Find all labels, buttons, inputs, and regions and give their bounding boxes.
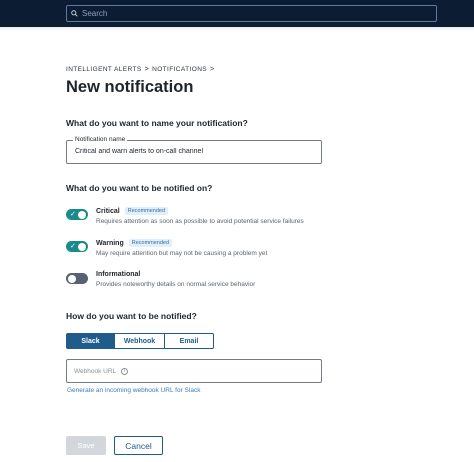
- breadcrumb-separator: >: [144, 66, 150, 73]
- tab-webhook[interactable]: Webhook: [115, 333, 165, 349]
- toggle-knob: [78, 210, 86, 219]
- generate-webhook-link[interactable]: Generate an incoming webhook URL for Sla…: [67, 387, 200, 394]
- toggle-knob: [68, 274, 76, 283]
- toggle-critical[interactable]: ✓: [66, 209, 88, 220]
- recommended-badge: Recommended: [128, 239, 173, 247]
- breadcrumb-item-intelligent-alerts[interactable]: INTELLIGENT ALERTS: [66, 66, 142, 73]
- option-informational: Informational Provides noteworthy detail…: [66, 271, 255, 288]
- webhook-url-field[interactable]: i: [66, 359, 322, 383]
- option-warning-description: May require attention but may not be cau…: [96, 250, 268, 257]
- option-critical-description: Requires attention as soon as possible t…: [96, 218, 304, 225]
- breadcrumb-separator: >: [210, 66, 215, 73]
- toggle-warning[interactable]: ✓: [66, 241, 88, 252]
- recommended-badge: Recommended: [124, 207, 169, 215]
- severity-question: What do you want to be notified on?: [66, 183, 213, 193]
- channel-question: How do you want to be notified?: [66, 311, 197, 321]
- search-input[interactable]: [82, 9, 412, 18]
- option-warning: ✓ Warning Recommended May require attent…: [66, 239, 267, 257]
- page-title: New notification: [66, 78, 194, 96]
- notification-name-field[interactable]: Notification name: [66, 136, 322, 164]
- toggle-knob: [78, 242, 86, 251]
- topbar-shadow: [0, 27, 474, 31]
- webhook-url-input[interactable]: [74, 367, 120, 375]
- name-question: What do you want to name your notificati…: [66, 118, 248, 128]
- breadcrumb-item-notifications[interactable]: NOTIFICATIONS: [152, 66, 207, 73]
- cancel-button[interactable]: Cancel: [114, 436, 163, 455]
- tab-email[interactable]: Email: [165, 333, 214, 349]
- search-icon: [71, 10, 78, 17]
- info-icon[interactable]: i: [121, 367, 128, 375]
- check-icon: ✓: [70, 243, 76, 250]
- breadcrumb: INTELLIGENT ALERTS > NOTIFICATIONS >: [66, 66, 215, 73]
- option-informational-description: Provides noteworthy details on normal se…: [96, 281, 256, 288]
- option-critical: ✓ Critical Recommended Requires attentio…: [66, 207, 304, 225]
- save-button[interactable]: Save: [66, 436, 106, 455]
- option-informational-title: Informational: [96, 271, 141, 278]
- search-box[interactable]: [66, 5, 437, 22]
- channel-tabs: Slack Webhook Email: [66, 333, 214, 349]
- toggle-informational[interactable]: [66, 273, 88, 284]
- notification-name-label: Notification name: [73, 136, 128, 143]
- tab-slack[interactable]: Slack: [66, 333, 115, 349]
- option-critical-title: Critical: [96, 207, 120, 215]
- notification-name-input[interactable]: [75, 148, 315, 155]
- top-navigation-bar: [0, 0, 474, 27]
- check-icon: ✓: [70, 211, 76, 218]
- option-warning-title: Warning: [96, 239, 124, 247]
